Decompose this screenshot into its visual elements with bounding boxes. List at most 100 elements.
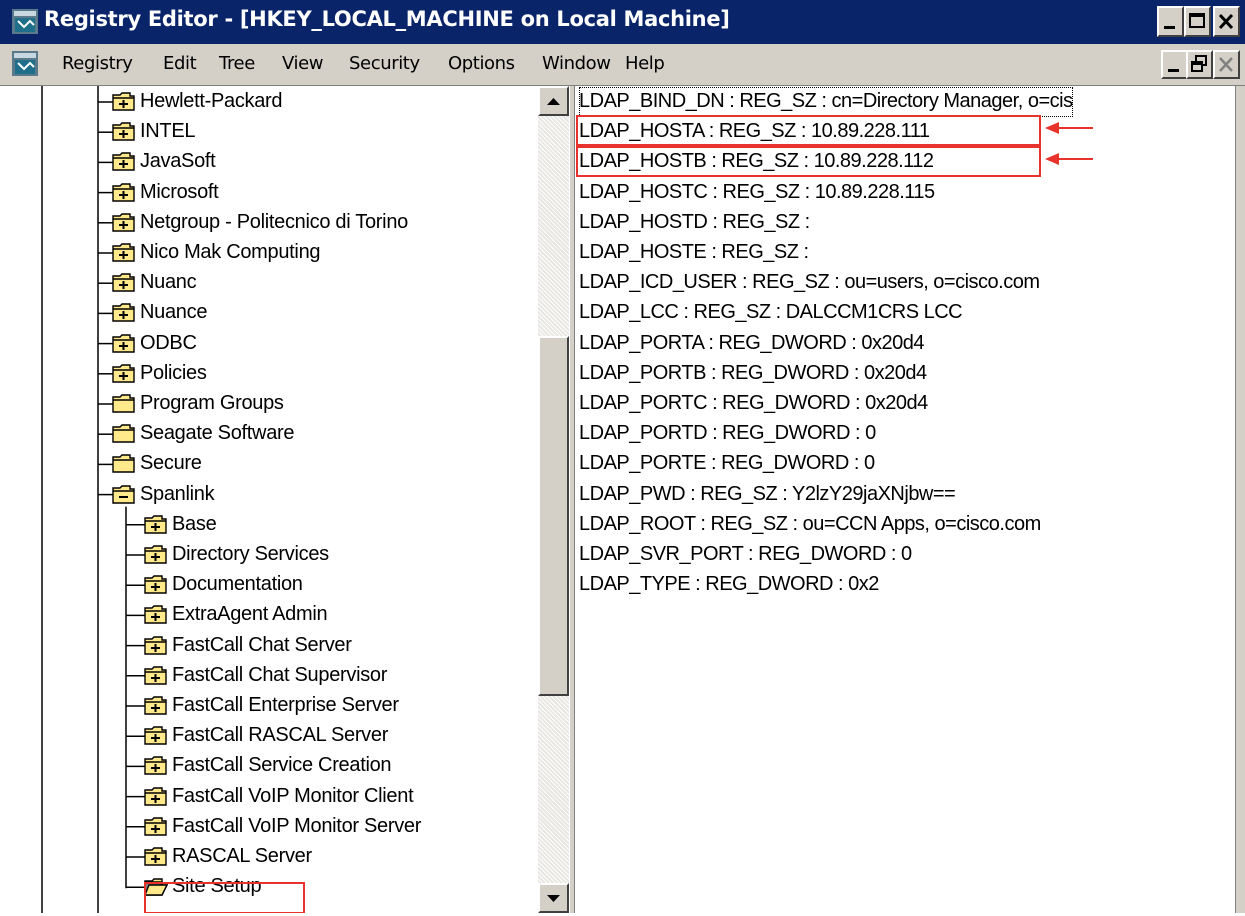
scroll-thumb[interactable] (538, 336, 569, 696)
title-bar: Registry Editor - [HKEY_LOCAL_MACHINE on… (0, 0, 1245, 44)
selected-key-highlight (144, 882, 305, 913)
value-entry[interactable]: LDAP_HOSTE : REG_SZ : (579, 238, 809, 268)
folder-icon (112, 394, 135, 413)
folder-expand-icon (112, 273, 135, 292)
tree-node-label: FastCall Chat Server (172, 633, 352, 656)
menu-registry[interactable]: Registry (62, 53, 133, 74)
folder-expand-icon (112, 303, 135, 323)
tree-node-label: FastCall Enterprise Server (172, 694, 399, 716)
folder-expand-icon (112, 182, 135, 202)
folder-expand-icon (144, 635, 167, 655)
value-entry[interactable]: LDAP_SVR_PORT : REG_DWORD : 0 (579, 540, 912, 570)
tree-node-label: Seagate Software (140, 422, 295, 445)
folder-expand-icon (144, 696, 167, 715)
mdi-restore-button[interactable] (1186, 50, 1213, 79)
scroll-down-button[interactable] (538, 883, 569, 913)
tree-node-label: ODBC (140, 331, 197, 354)
registry-editor-icon[interactable] (12, 9, 38, 34)
tree-node-label: Program Groups (140, 392, 284, 414)
folder-expand-icon (112, 122, 135, 141)
minimize-icon (1168, 69, 1179, 72)
value-entry[interactable]: LDAP_TYPE : REG_DWORD : 0x2 (579, 570, 879, 600)
menu-bar: Registry Edit Tree View Security Options… (0, 44, 1245, 86)
folder-expand-icon (144, 666, 167, 685)
tree-node-label: Directory Services (172, 543, 329, 565)
annotation-arrow-icon (1045, 153, 1093, 165)
menu-help[interactable]: Help (625, 53, 665, 74)
close-button[interactable] (1213, 6, 1240, 37)
arrow-up-icon (547, 98, 560, 105)
values-pane[interactable]: LDAP_BIND_DN : REG_SZ : cn=Directory Man… (575, 86, 1235, 913)
tree-node-label: FastCall Chat Supervisor (172, 663, 388, 686)
document-window-icon[interactable] (12, 51, 38, 76)
folder-collapse-icon (112, 484, 135, 504)
annotation-box-hosta (576, 115, 1041, 146)
tree-node-label: FastCall VoIP Monitor Client (172, 784, 414, 807)
value-entry[interactable]: LDAP_ROOT : REG_SZ : ou=CCN Apps, o=cisc… (579, 510, 1041, 540)
tree-node-label: INTEL (140, 120, 196, 143)
folder-expand-icon (112, 364, 135, 383)
key-tree-pane[interactable]: Hewlett-Packard INTEL JavaSoft Microsoft Net… (0, 86, 538, 913)
tree-node-label: Policies (140, 361, 207, 384)
folder-icon (112, 454, 135, 474)
tree-node-label: ExtraAgent Admin (172, 603, 328, 626)
value-entry[interactable]: LDAP_PORTA : REG_DWORD : 0x20d4 (579, 329, 925, 359)
value-entry[interactable]: LDAP_PORTE : REG_DWORD : 0 (579, 449, 875, 479)
tree-node-label: Nuanc (140, 271, 197, 294)
tree-node-label: Hewlett-Packard (140, 90, 283, 112)
folder-expand-icon (112, 243, 135, 262)
annotation-arrow-icon (1045, 122, 1093, 134)
mdi-close-button[interactable] (1213, 50, 1240, 79)
arrow-down-icon (547, 895, 560, 902)
folder-expand-icon (144, 605, 167, 625)
tree-node-label: FastCall VoIP Monitor Server (172, 814, 422, 837)
folder-icon (112, 424, 135, 443)
mdi-minimize-button[interactable] (1161, 50, 1188, 79)
folder-expand-icon (112, 213, 135, 232)
minimize-icon (1164, 26, 1175, 29)
menu-tree[interactable]: Tree (219, 53, 255, 74)
close-icon (1219, 57, 1233, 72)
folder-expand-icon (112, 333, 135, 353)
tree-node-label: Secure (140, 452, 202, 475)
folder-expand-icon (144, 756, 167, 776)
value-entry[interactable]: LDAP_PWD : REG_SZ : Y2lzY29jaXNjbw== (579, 480, 956, 510)
tree-node-label: FastCall RASCAL Server (172, 724, 389, 747)
scroll-up-button[interactable] (538, 86, 569, 116)
value-entry[interactable]: LDAP_LCC : REG_SZ : DALCCM1CRS LCC (579, 298, 963, 328)
menu-options[interactable]: Options (448, 53, 515, 74)
tree-node-label: Base (172, 512, 217, 535)
tree-node-label: Nuance (140, 301, 208, 324)
tree-node-label: Nico Mak Computing (140, 241, 321, 263)
menu-view[interactable]: View (282, 53, 324, 74)
value-entry[interactable]: LDAP_PORTB : REG_DWORD : 0x20d4 (579, 359, 927, 389)
folder-expand-icon (144, 847, 167, 866)
tree-node-label: RASCAL Server (172, 845, 312, 867)
value-entry[interactable]: LDAP_PORTC : REG_DWORD : 0x20d4 (579, 389, 928, 419)
folder-expand-icon (144, 726, 167, 745)
tree-vertical-scrollbar[interactable] (538, 86, 569, 913)
annotation-box-hostb (576, 146, 1041, 177)
folder-expand-icon (112, 152, 135, 172)
close-icon (1218, 13, 1234, 30)
folder-expand-icon (144, 817, 167, 836)
restore-icon (1191, 55, 1207, 72)
tree-node-label: Netgroup - Politecnico di Torino (140, 210, 408, 233)
tree-node-label: FastCall Service Creation (172, 754, 392, 777)
folder-expand-icon (144, 545, 167, 564)
maximize-button[interactable] (1184, 6, 1211, 37)
menu-edit[interactable]: Edit (163, 53, 197, 74)
window-title: Registry Editor - [HKEY_LOCAL_MACHINE on… (44, 7, 730, 31)
value-entry[interactable]: LDAP_PORTD : REG_DWORD : 0 (579, 419, 876, 449)
value-entry[interactable]: LDAP_ICD_USER : REG_SZ : ou=users, o=cis… (579, 268, 1040, 298)
value-entry[interactable]: LDAP_HOSTD : REG_SZ : (579, 208, 810, 238)
tree-node-label: JavaSoft (140, 150, 216, 173)
menu-window[interactable]: Window (542, 53, 611, 74)
menu-security[interactable]: Security (349, 53, 420, 74)
value-entry[interactable]: LDAP_BIND_DN : REG_SZ : cn=Directory Man… (579, 87, 1073, 117)
minimize-button[interactable] (1157, 6, 1184, 37)
value-entry[interactable]: LDAP_HOSTC : REG_SZ : 10.89.228.115 (579, 178, 935, 208)
folder-expand-icon (144, 575, 167, 594)
tree-node-label: Documentation (172, 573, 303, 596)
folder-expand-icon (144, 786, 167, 806)
